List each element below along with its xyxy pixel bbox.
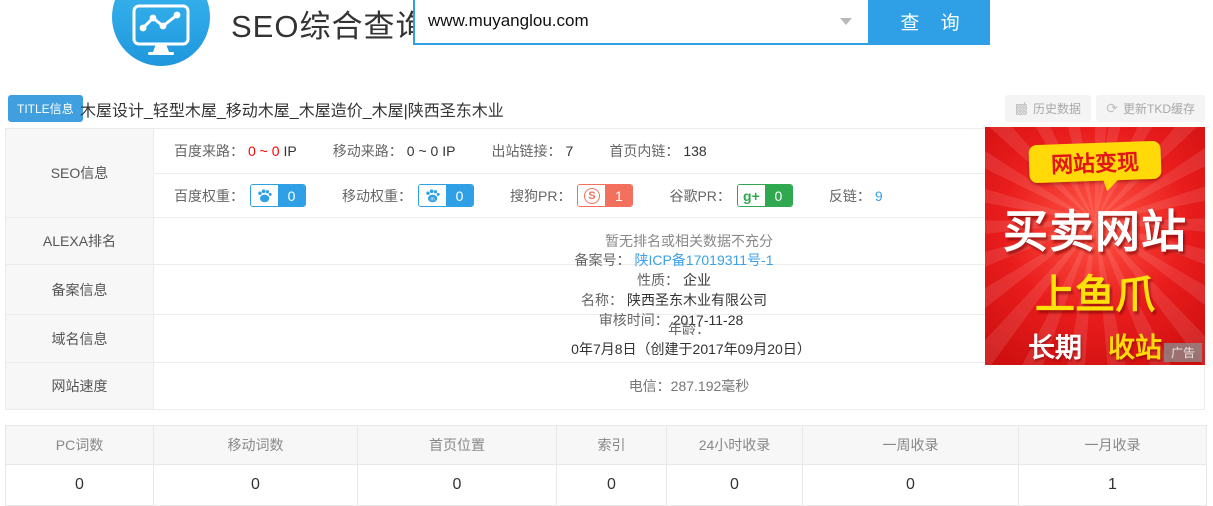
outbound-links: 出站链接： 7	[492, 141, 574, 161]
ad-bubble-text: 网站变现	[1028, 141, 1161, 184]
history-data-button[interactable]: ▩̇ 历史数据	[1005, 95, 1091, 122]
ad-line1: 买卖网站	[985, 195, 1205, 260]
title-bar: TITLE信息 木屋设计_轻型木屋_移动木屋_木屋造价_木屋|陕西圣东木业 ▩̇…	[0, 88, 1213, 128]
backlinks: 反链： 9	[829, 186, 883, 206]
stats-value: 1	[1019, 465, 1206, 505]
paw-m-icon: m	[419, 185, 446, 206]
stats-value-row: 0 0 0 0 0 0 1	[6, 465, 1206, 505]
domain-age-name: 年龄：	[668, 319, 710, 339]
alexa-value: 暂无排名或相关数据不充分	[605, 231, 773, 251]
stats-value: 0	[803, 465, 1019, 505]
sogou-pr: 搜狗PR： S 1	[510, 184, 633, 207]
mobile-weight: 移动权重： m 0	[342, 184, 474, 207]
query-button[interactable]: 查 询	[870, 0, 990, 45]
mobile-weight-badge[interactable]: m 0	[418, 184, 474, 207]
stats-value: 0	[6, 465, 154, 505]
refresh-icon: ⟳	[1106, 100, 1118, 117]
row-label-domain: 域名信息	[6, 315, 154, 362]
sogou-icon: S	[578, 185, 605, 206]
row-label-alexa: ALEXA排名	[6, 218, 154, 264]
stats-value: 0	[557, 465, 667, 505]
stats-value: 0	[358, 465, 557, 505]
speed-value: 电信：287.192毫秒	[629, 376, 750, 396]
row-label-beian: 备案信息	[6, 265, 154, 314]
baidu-weight: 百度权重： 0	[174, 184, 306, 207]
mobile-traffic: 移动来路： 0 ~ 0 IP	[333, 141, 456, 161]
stats-header: PC词数	[6, 426, 154, 464]
row-label-speed: 网站速度	[6, 363, 154, 409]
stats-header: 一月收录	[1019, 426, 1206, 464]
stats-table: PC词数 移动词数 首页位置 索引 24小时收录 一周收录 一月收录 0 0 0…	[5, 425, 1207, 506]
refresh-tkd-button[interactable]: ⟳ 更新TKD缓存	[1096, 95, 1205, 122]
ad-label: 广告	[1164, 343, 1202, 362]
search-bar: 查 询	[413, 0, 990, 45]
sogou-pr-badge[interactable]: S 1	[577, 184, 633, 207]
monitor-chart-icon	[132, 4, 190, 56]
stats-value: 0	[154, 465, 358, 505]
beian-company: 名称： 陕西圣东木业有限公司	[581, 290, 767, 310]
info-row-speed: 网站速度 电信：287.192毫秒	[6, 363, 1204, 410]
beian-number: 备案号： 陕ICP备17019311号-1	[574, 250, 773, 270]
baidu-weight-badge[interactable]: 0	[250, 184, 306, 207]
title-info-badge: TITLE信息	[8, 95, 83, 122]
app-logo	[112, 0, 210, 66]
beian-number-link[interactable]: 陕ICP备17019311号-1	[634, 250, 773, 270]
stats-header: 24小时收录	[667, 426, 803, 464]
stats-header: 索引	[557, 426, 667, 464]
ad-banner[interactable]: 网站变现 买卖网站 上鱼爪 长期 收站 广告	[985, 127, 1205, 365]
url-input[interactable]	[413, 0, 870, 45]
chevron-down-icon[interactable]	[840, 18, 852, 25]
stats-header: 移动词数	[154, 426, 358, 464]
stats-header-row: PC词数 移动词数 首页位置 索引 24小时收录 一周收录 一月收录	[6, 426, 1206, 465]
stats-header: 首页位置	[358, 426, 557, 464]
app-title: SEO综合查询	[231, 1, 427, 46]
site-title-text: 木屋设计_轻型木屋_移动木屋_木屋造价_木屋|陕西圣东木业	[80, 97, 504, 121]
baidu-traffic: 百度来路： 0 ~ 0 IP	[174, 141, 297, 161]
beian-nature: 性质： 企业	[637, 270, 711, 290]
page-header: SEO综合查询 查 询	[0, 0, 1213, 88]
backlinks-count-link[interactable]: 9	[875, 188, 883, 204]
stats-value: 0	[667, 465, 803, 505]
layers-icon: ▩̇	[1015, 100, 1028, 117]
google-plus-icon: g+	[738, 185, 765, 206]
homepage-inlinks: 首页内链： 138	[609, 141, 706, 161]
google-pr: 谷歌PR： g+ 0	[669, 184, 792, 207]
svg-text:m: m	[430, 196, 434, 202]
ad-line2: 上鱼爪	[985, 262, 1205, 320]
domain-age-value: 0年7月8日（创建于2017年09月20日）	[571, 339, 811, 359]
row-label-seo: SEO信息	[6, 129, 154, 217]
google-pr-badge[interactable]: g+ 0	[737, 184, 793, 207]
stats-header: 一周收录	[803, 426, 1019, 464]
paw-icon	[251, 185, 278, 206]
